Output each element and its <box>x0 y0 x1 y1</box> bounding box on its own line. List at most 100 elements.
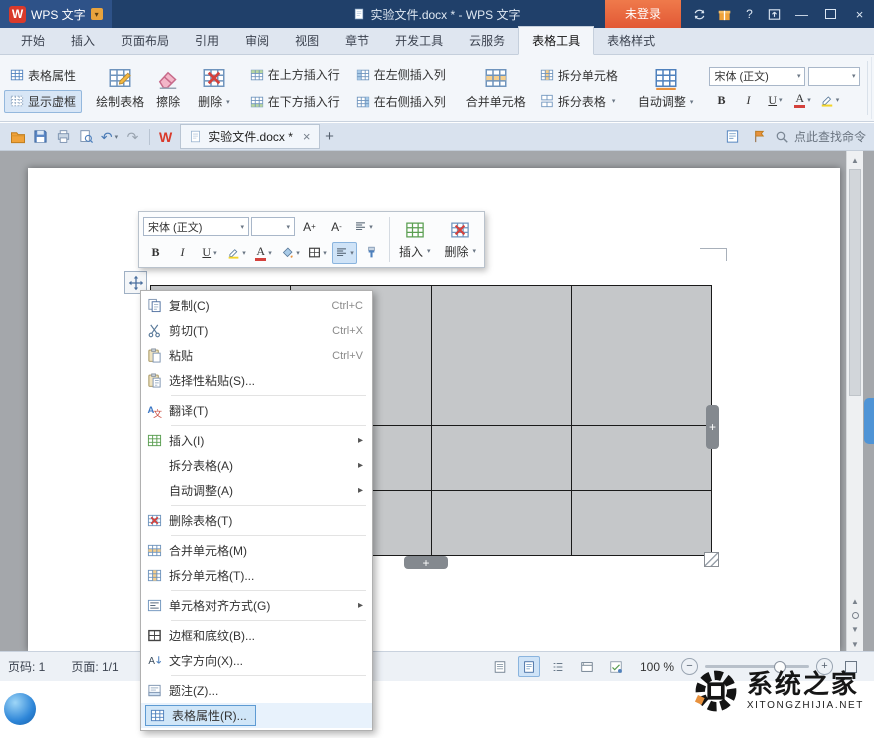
select-browse-object-button[interactable] <box>852 612 859 619</box>
mini-delete-button[interactable]: 删除▾ <box>438 213 484 266</box>
font-color-button[interactable]: A▾ <box>790 91 814 110</box>
tab-cloud-service[interactable]: 云服务 <box>456 27 518 54</box>
print-icon[interactable] <box>52 126 75 148</box>
context-menu-item-borders-shading[interactable]: 边框和底纹(B)... <box>141 623 372 648</box>
mini-font-size-select[interactable]: ▾ <box>251 217 295 236</box>
document-tab[interactable]: 实验文件.docx * × <box>180 124 319 149</box>
context-menu-item-paste-special[interactable]: 选择性粘贴(S)... <box>141 368 372 393</box>
table-cell[interactable] <box>432 286 571 425</box>
show-gridlines-button[interactable]: 显示虚框 <box>4 90 82 113</box>
split-table-button[interactable]: 拆分表格 ▾ <box>534 90 624 113</box>
context-menu-item-insert[interactable]: 插入(I)▸ <box>141 428 372 453</box>
wps-menu-button[interactable]: W WPS 文字 ▾ <box>0 0 112 28</box>
save-icon[interactable] <box>29 126 52 148</box>
font-size-select[interactable]: ▾ <box>808 67 860 86</box>
login-button[interactable]: 未登录 <box>605 0 681 28</box>
table-cell[interactable] <box>572 286 711 425</box>
tab-dev-tools[interactable]: 开发工具 <box>382 27 456 54</box>
insert-col-left-button[interactable]: 在左侧插入列 <box>350 63 452 86</box>
tab-section[interactable]: 章节 <box>332 27 382 54</box>
scroll-down-arrow[interactable]: ▼ <box>851 640 859 649</box>
tab-table-style[interactable]: 表格样式 <box>594 27 668 54</box>
open-folder-icon[interactable] <box>6 126 29 148</box>
tab-references[interactable]: 引用 <box>182 27 232 54</box>
mini-font-name-select[interactable]: 宋体 (正文) ▾ <box>143 217 249 236</box>
close-button[interactable]: × <box>845 0 874 28</box>
insert-row-handle[interactable]: + <box>404 556 448 569</box>
vertical-scrollbar[interactable]: ▲ ▲ ▼ ▼ <box>846 151 863 651</box>
context-menu-item-merge-cells[interactable]: 合并单元格(M) <box>141 538 372 563</box>
maximize-button[interactable] <box>816 0 845 28</box>
grow-font-button[interactable]: A+ <box>297 216 322 238</box>
redo-button[interactable]: ↷ <box>121 126 144 148</box>
line-spacing-button[interactable]: ▾ <box>351 216 376 238</box>
normal-view-icon[interactable] <box>489 656 511 677</box>
context-menu-item-caption[interactable]: 题注(Z)... <box>141 678 372 703</box>
context-menu-item-split-table[interactable]: 拆分表格(A)▸ <box>141 453 372 478</box>
insert-column-handle[interactable]: + <box>706 405 719 449</box>
find-command[interactable]: 点此查找命令 <box>775 128 868 145</box>
font-name-select[interactable]: 宋体 (正文) ▾ <box>709 67 805 86</box>
scroll-up-arrow[interactable]: ▲ <box>847 153 863 167</box>
mini-bold-button[interactable]: B <box>143 242 168 264</box>
taskbar-app-icon[interactable] <box>4 693 36 725</box>
table-cell[interactable] <box>432 491 571 555</box>
mini-borders-button[interactable]: ▾ <box>305 242 330 264</box>
undo-button[interactable]: ↶▾ <box>98 126 121 148</box>
mini-align-button[interactable]: ▾ <box>332 242 357 264</box>
context-menu-item-copy[interactable]: 复制(C)Ctrl+C <box>141 293 372 318</box>
table-properties-button[interactable]: 表格属性 <box>4 64 82 87</box>
context-menu-item-text-direction[interactable]: A文字方向(X)... <box>141 648 372 673</box>
page-view-icon[interactable] <box>518 656 540 677</box>
mini-italic-button[interactable]: I <box>170 242 195 264</box>
context-menu-item-cell-alignment[interactable]: 单元格对齐方式(G)▸ <box>141 593 372 618</box>
tab-page-layout[interactable]: 页面布局 <box>108 27 182 54</box>
tab-table-tools[interactable]: 表格工具 <box>518 26 594 55</box>
context-menu-item-split-cells[interactable]: 拆分单元格(T)... <box>141 563 372 588</box>
tab-home[interactable]: 开始 <box>8 27 58 54</box>
new-tab-button[interactable]: + <box>320 127 340 147</box>
mini-font-color-button[interactable]: A▾ <box>251 242 276 264</box>
context-menu-item-autofit[interactable]: 自动调整(A)▸ <box>141 478 372 503</box>
side-panel-handle[interactable] <box>864 398 874 444</box>
context-menu-item-delete-table[interactable]: 删除表格(T) <box>141 508 372 533</box>
split-cells-button[interactable]: 拆分单元格 <box>534 64 624 87</box>
help-icon[interactable]: ? <box>737 0 762 28</box>
eraser-button[interactable]: 擦除 <box>150 57 186 119</box>
minimize-button[interactable]: — <box>787 0 816 28</box>
format-painter-button[interactable] <box>359 242 384 264</box>
shrink-font-button[interactable]: A- <box>324 216 349 238</box>
web-view-icon[interactable] <box>576 656 598 677</box>
merge-cells-button[interactable]: 合并单元格 <box>460 57 532 119</box>
underline-button[interactable]: U▾ <box>763 91 787 110</box>
bold-button[interactable]: B <box>709 91 733 110</box>
toolbox-icon[interactable] <box>762 0 787 28</box>
highlight-button[interactable]: ▾ <box>817 91 841 110</box>
outline-view-icon[interactable] <box>547 656 569 677</box>
table-resize-handle[interactable] <box>704 552 719 567</box>
previous-page-button[interactable]: ▲ <box>851 597 859 606</box>
italic-button[interactable]: I <box>736 91 760 110</box>
mini-highlight-button[interactable]: ▾ <box>224 242 249 264</box>
mini-insert-button[interactable]: 插入▾ <box>392 213 438 266</box>
flag-icon[interactable] <box>748 126 771 148</box>
tab-view[interactable]: 视图 <box>282 27 332 54</box>
context-menu-item-paste[interactable]: 粘贴Ctrl+V <box>141 343 372 368</box>
insert-row-above-button[interactable]: 在上方插入行 <box>244 63 346 86</box>
table-cell[interactable] <box>572 491 711 555</box>
mini-underline-button[interactable]: U▾ <box>197 242 222 264</box>
autofit-button[interactable]: 自动调整▾ <box>632 57 700 119</box>
insert-row-below-button[interactable]: 在下方插入行 <box>244 90 346 113</box>
close-tab-icon[interactable]: × <box>303 129 311 144</box>
table-cell[interactable] <box>572 426 711 490</box>
delete-button[interactable]: 删除▾ <box>192 57 236 119</box>
print-preview-icon[interactable] <box>75 126 98 148</box>
context-menu-item-translate[interactable]: A文翻译(T) <box>141 398 372 423</box>
context-menu-item-table-properties[interactable]: 表格属性(R)... <box>141 703 372 728</box>
table-cell[interactable] <box>432 426 571 490</box>
insert-col-right-button[interactable]: 在右侧插入列 <box>350 90 452 113</box>
draw-table-button[interactable]: 绘制表格 <box>90 57 150 119</box>
nav-pane-icon[interactable] <box>721 126 744 148</box>
scrollbar-thumb[interactable] <box>849 169 861 396</box>
tab-review[interactable]: 审阅 <box>232 27 282 54</box>
